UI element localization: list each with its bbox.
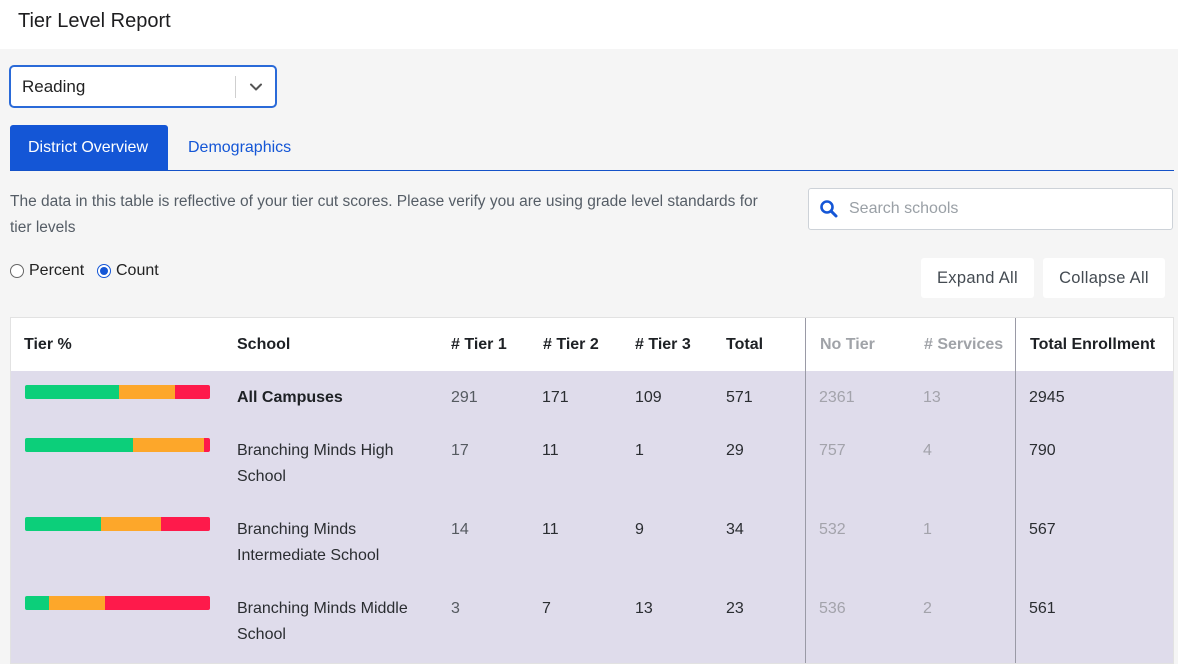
header-no-tier[interactable]: No Tier <box>820 336 875 354</box>
column-divider <box>805 318 806 663</box>
tier-bar <box>25 438 210 452</box>
services-count: 1 <box>923 521 932 538</box>
column-divider <box>1015 318 1016 663</box>
search-box[interactable] <box>808 188 1173 230</box>
percent-radio-label: Percent <box>29 262 85 279</box>
tier-bar <box>25 517 210 531</box>
services-count: 13 <box>923 389 941 406</box>
search-icon <box>820 200 838 218</box>
tab-demographics[interactable]: Demographics <box>170 125 309 170</box>
services-count: 4 <box>923 442 932 459</box>
tier-note: The data in this table is reflective of … <box>10 193 758 236</box>
tier2-count: 11 <box>542 442 559 459</box>
tier1-count: 14 <box>451 521 469 538</box>
header-total[interactable]: Total <box>726 336 763 354</box>
header-services[interactable]: # Services <box>924 336 1003 354</box>
tier2-segment <box>119 385 175 399</box>
collapse-all-button[interactable]: Collapse All <box>1043 258 1165 298</box>
header-school[interactable]: School <box>237 336 290 354</box>
school-name[interactable]: All Campuses <box>237 385 437 411</box>
enrollment-count: 567 <box>1029 521 1056 538</box>
tier1-segment <box>25 385 120 399</box>
tier1-count: 17 <box>451 442 469 459</box>
report-tabs: District Overview Demographics <box>10 125 1174 171</box>
enrollment-count: 790 <box>1029 442 1056 459</box>
subject-select-value: Reading <box>22 77 86 96</box>
tier-bar <box>25 596 210 610</box>
school-name[interactable]: Branching Minds Intermediate School <box>237 517 437 569</box>
tier3-segment <box>203 438 210 452</box>
tier1-segment <box>25 438 134 452</box>
tier2-segment <box>49 596 106 610</box>
header-tier1[interactable]: # Tier 1 <box>451 336 507 354</box>
page-title: Tier Level Report <box>18 10 171 32</box>
header-tier2[interactable]: # Tier 2 <box>543 336 599 354</box>
tier1-count: 3 <box>451 600 460 617</box>
tier3-count: 1 <box>635 442 644 459</box>
tier3-count: 109 <box>635 389 662 406</box>
select-divider <box>235 76 236 98</box>
tier3-count: 9 <box>635 521 644 538</box>
tab-district-overview[interactable]: District Overview <box>10 125 168 170</box>
total-count: 34 <box>726 521 744 538</box>
tier2-count: 7 <box>542 600 551 617</box>
tier2-count: 11 <box>542 521 559 538</box>
count-radio-circle[interactable] <box>97 264 111 278</box>
top-bar: Tier Level Report <box>0 0 1178 49</box>
count-radio[interactable]: Count <box>97 262 159 280</box>
search-input[interactable] <box>849 197 1159 221</box>
percent-radio[interactable]: Percent <box>10 262 84 280</box>
tier2-count: 171 <box>542 389 569 406</box>
no-tier-count: 532 <box>819 521 846 538</box>
no-tier-count: 757 <box>819 442 846 459</box>
school-name[interactable]: Branching Minds High School <box>237 438 437 490</box>
no-tier-count: 536 <box>819 600 846 617</box>
table-header: Tier % School # Tier 1 # Tier 2 # Tier 3… <box>11 318 1173 371</box>
school-name[interactable]: Branching Minds Middle School <box>237 596 437 648</box>
tier1-segment <box>25 596 50 610</box>
subject-select[interactable]: Reading <box>9 65 277 108</box>
expand-all-button[interactable]: Expand All <box>921 258 1034 298</box>
tier2-segment <box>101 517 162 531</box>
tier3-segment <box>105 596 210 610</box>
header-tier-pct[interactable]: Tier % <box>24 336 72 354</box>
tier3-segment <box>174 385 210 399</box>
tier2-segment <box>133 438 204 452</box>
total-count: 23 <box>726 600 744 617</box>
total-count: 29 <box>726 442 744 459</box>
header-total-enrollment[interactable]: Total Enrollment <box>1030 336 1155 354</box>
services-count: 2 <box>923 600 932 617</box>
percent-radio-circle[interactable] <box>10 264 24 278</box>
chevron-down-icon[interactable] <box>247 78 265 96</box>
enrollment-count: 2945 <box>1029 389 1065 406</box>
header-tier3[interactable]: # Tier 3 <box>635 336 691 354</box>
total-count: 571 <box>726 389 753 406</box>
tier-bar <box>25 385 210 399</box>
no-tier-count: 2361 <box>819 389 855 406</box>
count-radio-label: Count <box>116 262 159 279</box>
tier3-count: 13 <box>635 600 653 617</box>
tier1-segment <box>25 517 102 531</box>
enrollment-count: 561 <box>1029 600 1056 617</box>
table-body: All Campuses 291 171 109 571 2361 13 294… <box>11 371 1173 663</box>
tier-table: Tier % School # Tier 1 # Tier 2 # Tier 3… <box>10 317 1174 664</box>
tier1-count: 291 <box>451 389 478 406</box>
tier3-segment <box>161 517 210 531</box>
